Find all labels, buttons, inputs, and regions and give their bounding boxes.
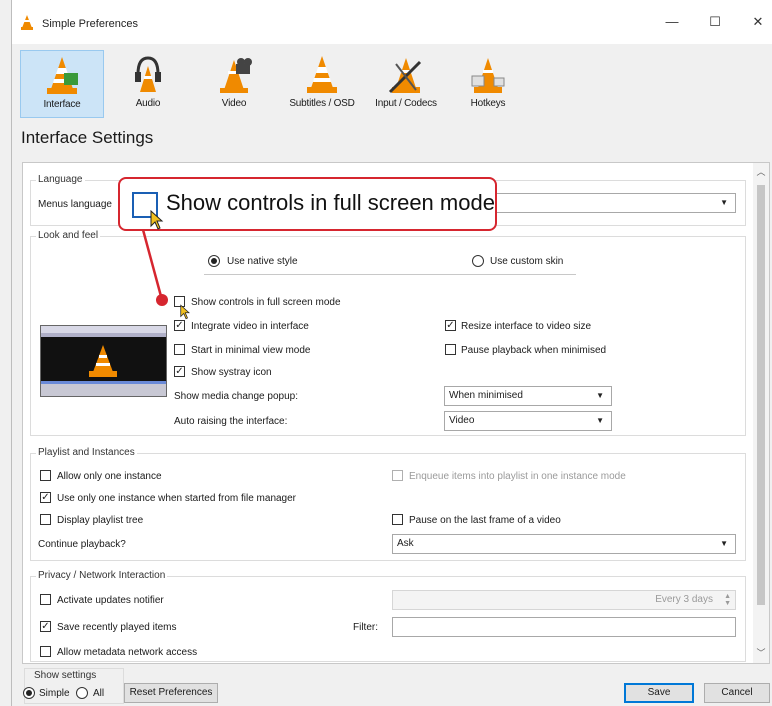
- zoom-callout: Show controls in full screen mode: [118, 177, 497, 231]
- mouse-cursor-icon: [150, 210, 164, 230]
- callout-text: Show controls in full screen mode: [166, 190, 495, 215]
- callout-pointer-dot: [156, 294, 168, 306]
- callout-connector: [140, 225, 164, 301]
- small-mouse-cursor-icon: [180, 304, 190, 320]
